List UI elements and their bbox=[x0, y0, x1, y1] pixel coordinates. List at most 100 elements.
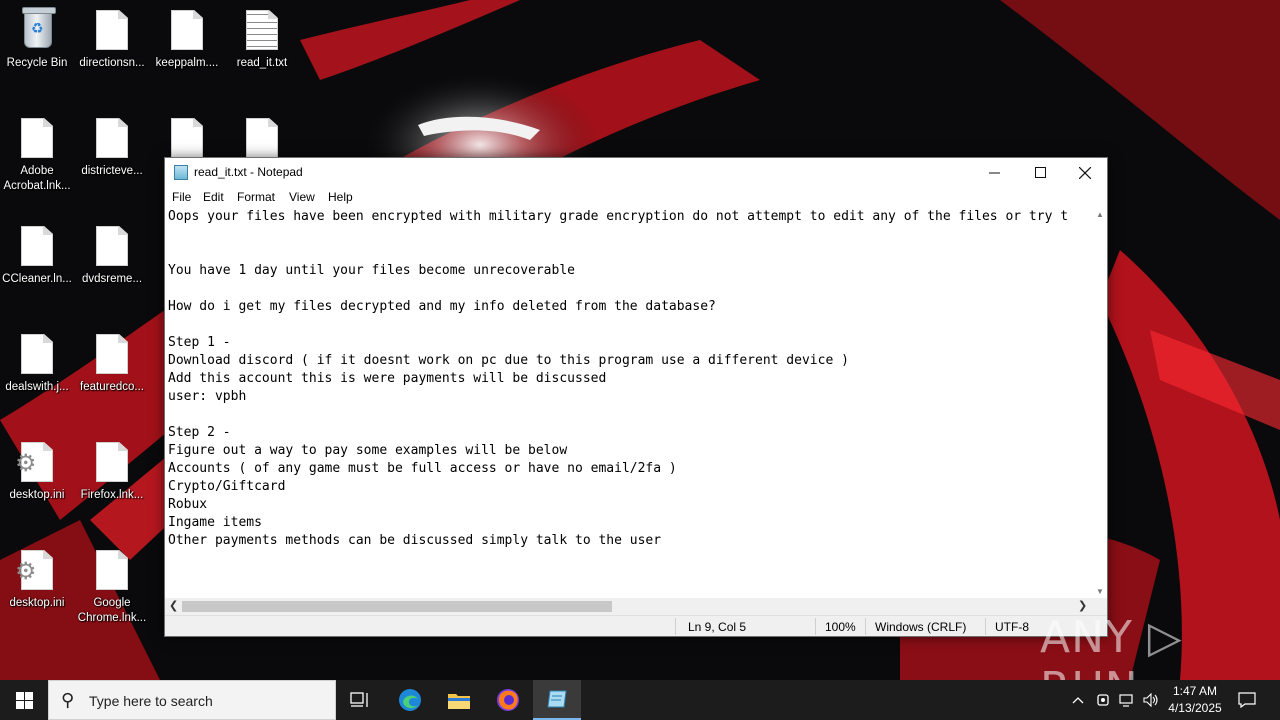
menu-bar: File Edit Format View Help bbox=[165, 187, 1107, 207]
taskbar-search-box[interactable]: ⚲ Type here to search bbox=[48, 680, 336, 720]
horizontal-scrollbar[interactable]: ❮ ❯ bbox=[165, 598, 1094, 615]
close-button[interactable] bbox=[1062, 158, 1108, 187]
text-file-icon bbox=[242, 8, 282, 54]
file-icon bbox=[92, 548, 132, 594]
desktop-icon-file[interactable]: districteve... bbox=[75, 116, 149, 179]
status-divider bbox=[985, 618, 986, 635]
desktop-icon-file[interactable]: directionsn... bbox=[75, 8, 149, 71]
minimize-button[interactable] bbox=[971, 158, 1017, 187]
menu-edit[interactable]: Edit bbox=[203, 190, 224, 204]
desktop-icon-label: Recycle Bin bbox=[6, 57, 68, 69]
file-icon bbox=[17, 332, 57, 378]
zoom-level: 100% bbox=[825, 620, 856, 634]
desktop-icon-label: dvdsreme... bbox=[81, 273, 143, 285]
desktop-icon-label: Adobe bbox=[20, 165, 54, 177]
tray-app-button[interactable] bbox=[1092, 680, 1114, 720]
notepad-window[interactable]: read_it.txt - Notepad File Edit Format V… bbox=[164, 157, 1108, 637]
settings-file-icon: ⚙ bbox=[15, 548, 57, 594]
desktop-icon-label: districteve... bbox=[81, 165, 143, 177]
file-icon bbox=[242, 116, 282, 162]
recycle-bin-icon bbox=[17, 7, 57, 54]
taskbar-clock[interactable]: 1:47 AM 4/13/2025 bbox=[1160, 683, 1230, 717]
cursor-position: Ln 9, Col 5 bbox=[688, 620, 747, 634]
desktop-icon-label-line2: Acrobat.lnk... bbox=[3, 180, 71, 192]
volume-button[interactable] bbox=[1140, 680, 1162, 720]
status-divider bbox=[815, 618, 816, 635]
desktop-icon-label: CCleaner.ln... bbox=[2, 273, 72, 285]
notification-icon bbox=[1238, 692, 1256, 708]
speaker-icon bbox=[1143, 693, 1158, 707]
desktop-icon-label: desktop.ini bbox=[9, 597, 65, 609]
desktop-icon-label: dealswith.j... bbox=[5, 381, 69, 393]
edge-icon bbox=[399, 689, 421, 711]
network-icon bbox=[1119, 694, 1133, 707]
scroll-thumb[interactable] bbox=[182, 601, 612, 612]
desktop-icon-file[interactable]: keeppalm.... bbox=[150, 8, 224, 71]
settings-file-icon: ⚙ bbox=[15, 440, 57, 486]
file-icon bbox=[167, 116, 207, 162]
file-icon bbox=[92, 116, 132, 162]
scroll-down-icon[interactable]: ▼ bbox=[1096, 587, 1104, 596]
windows-logo-icon bbox=[15, 691, 33, 709]
notifications-button[interactable] bbox=[1232, 680, 1262, 720]
file-icon bbox=[92, 440, 132, 486]
close-icon bbox=[1079, 166, 1091, 179]
task-view-button[interactable] bbox=[336, 680, 384, 720]
show-hidden-icons-button[interactable] bbox=[1068, 680, 1088, 720]
text-editor[interactable]: Oops your files have been encrypted with… bbox=[165, 208, 1094, 598]
desktop-icon-recycle-bin[interactable]: Recycle Bin bbox=[0, 7, 74, 71]
minimize-icon bbox=[988, 172, 1000, 174]
file-icon bbox=[92, 224, 132, 270]
file-icon bbox=[17, 116, 57, 162]
desktop-icon-label: keeppalm.... bbox=[155, 57, 219, 69]
line-ending: Windows (CRLF) bbox=[875, 620, 967, 634]
vertical-scrollbar[interactable]: ▲ ▼ bbox=[1094, 208, 1107, 598]
desktop-icon-label: Firefox.lnk... bbox=[80, 489, 144, 501]
scroll-left-icon[interactable]: ❮ bbox=[169, 599, 178, 612]
menu-format[interactable]: Format bbox=[237, 190, 275, 204]
search-icon: ⚲ bbox=[61, 690, 75, 710]
scroll-right-icon[interactable]: ❯ bbox=[1078, 599, 1087, 612]
status-divider bbox=[865, 618, 866, 635]
menu-file[interactable]: File bbox=[172, 190, 191, 204]
desktop-icon-desktop-ini[interactable]: ⚙ desktop.ini bbox=[0, 440, 74, 503]
desktop-icon-label: directionsn... bbox=[79, 57, 145, 69]
title-bar[interactable]: read_it.txt - Notepad bbox=[165, 158, 1107, 187]
task-view-icon bbox=[350, 692, 368, 707]
window-title: read_it.txt - Notepad bbox=[194, 165, 303, 179]
desktop-icon-desktop-ini[interactable]: ⚙ desktop.ini bbox=[0, 548, 74, 611]
maximize-icon bbox=[1034, 167, 1046, 178]
firefox-taskbar-button[interactable] bbox=[484, 680, 532, 720]
notepad-icon bbox=[547, 690, 567, 708]
file-icon bbox=[167, 8, 207, 54]
menu-view[interactable]: View bbox=[289, 190, 315, 204]
firefox-icon bbox=[497, 689, 519, 711]
menu-help[interactable]: Help bbox=[328, 190, 353, 204]
desktop-icon-file[interactable]: featuredco... bbox=[75, 332, 149, 395]
clock-date: 4/13/2025 bbox=[1168, 701, 1222, 715]
file-icon bbox=[92, 8, 132, 54]
desktop-icon-file[interactable]: Firefox.lnk... bbox=[75, 440, 149, 503]
desktop-icon-label: read_it.txt bbox=[236, 57, 288, 69]
desktop-icon-label: Google bbox=[93, 597, 131, 609]
edge-taskbar-button[interactable] bbox=[386, 680, 434, 720]
chevron-up-icon bbox=[1072, 697, 1084, 704]
desktop-icon-file[interactable]: CCleaner.ln... bbox=[0, 224, 74, 287]
desktop-icon-label-line2: Chrome.lnk... bbox=[77, 612, 147, 624]
desktop-icon-file[interactable]: Google Chrome.lnk... bbox=[75, 548, 149, 626]
start-button[interactable] bbox=[0, 680, 48, 720]
desktop-icon-file[interactable]: Adobe Acrobat.lnk... bbox=[0, 116, 74, 194]
file-icon bbox=[92, 332, 132, 378]
desktop-icon-file[interactable]: dealswith.j... bbox=[0, 332, 74, 395]
notepad-taskbar-button[interactable] bbox=[533, 680, 581, 720]
scroll-up-icon[interactable]: ▲ bbox=[1096, 210, 1104, 219]
maximize-button[interactable] bbox=[1017, 158, 1063, 187]
network-button[interactable] bbox=[1116, 680, 1138, 720]
encoding: UTF-8 bbox=[995, 620, 1029, 634]
status-divider bbox=[675, 618, 676, 635]
desktop-icon-label: desktop.ini bbox=[9, 489, 65, 501]
desktop-icon-read-it[interactable]: read_it.txt bbox=[225, 8, 299, 71]
file-explorer-taskbar-button[interactable] bbox=[435, 680, 483, 720]
desktop-icon-file[interactable]: dvdsreme... bbox=[75, 224, 149, 287]
document-text: Oops your files have been encrypted with… bbox=[168, 209, 1069, 548]
